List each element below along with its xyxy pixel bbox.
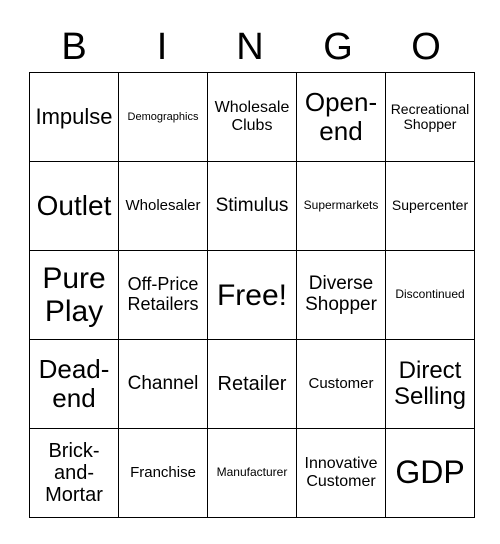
bingo-cell[interactable]: Innovative Customer <box>296 428 386 518</box>
bingo-cell[interactable]: Diverse Shopper <box>296 250 386 340</box>
bingo-header: BINGO <box>30 22 470 72</box>
grid-row: Brick-and-Mortar Franchise Manufacturer Inn… <box>29 428 475 518</box>
bingo-cell[interactable]: Direct Selling <box>385 339 475 429</box>
bingo-cell[interactable]: Retailer <box>207 339 297 429</box>
bingo-cell[interactable]: Outlet <box>29 161 119 251</box>
bingo-grid: Impulse Demographics Wholesale Clubs Open-e… <box>29 72 475 518</box>
bingo-cell[interactable]: Discontinued <box>385 250 475 340</box>
bingo-cell[interactable]: Brick-and-Mortar <box>29 428 119 518</box>
grid-row: Impulse Demographics Wholesale Clubs Open-e… <box>29 72 475 162</box>
grid-row: Pure Play Off-Price Retailers Free! Diverse… <box>29 250 475 340</box>
header-letter: N <box>236 26 264 68</box>
bingo-cell[interactable]: Supercenter <box>385 161 475 251</box>
bingo-cell[interactable]: Supermarkets <box>296 161 386 251</box>
grid-row: Dead-end Channel Retailer Customer Direct Se… <box>29 339 475 429</box>
bingo-cell[interactable]: Customer <box>296 339 386 429</box>
bingo-cell[interactable]: Stimulus <box>207 161 297 251</box>
grid-row: Outlet Wholesaler Stimulus Supermarkets Supe… <box>29 161 475 251</box>
bingo-cell[interactable]: Off-Price Retailers <box>118 250 208 340</box>
bingo-cell[interactable]: Manufacturer <box>207 428 297 518</box>
bingo-cell[interactable]: Franchise <box>118 428 208 518</box>
bingo-cell[interactable]: Open-end <box>296 72 386 162</box>
header-letter: G <box>323 26 353 68</box>
header-letter: O <box>411 26 441 68</box>
bingo-cell[interactable]: Demographics <box>118 72 208 162</box>
bingo-cell[interactable]: Wholesale Clubs <box>207 72 297 162</box>
bingo-cell[interactable]: Wholesaler <box>118 161 208 251</box>
bingo-cell[interactable]: Free! <box>207 250 297 340</box>
bingo-cell[interactable]: GDP <box>385 428 475 518</box>
header-letter: I <box>156 26 168 68</box>
bingo-cell[interactable]: Dead-end <box>29 339 119 429</box>
bingo-cell[interactable]: Recreational Shopper <box>385 72 475 162</box>
bingo-cell[interactable]: Channel <box>118 339 208 429</box>
bingo-cell[interactable]: Pure Play <box>29 250 119 340</box>
header-letter: B <box>61 26 87 68</box>
bingo-cell[interactable]: Impulse <box>29 72 119 162</box>
